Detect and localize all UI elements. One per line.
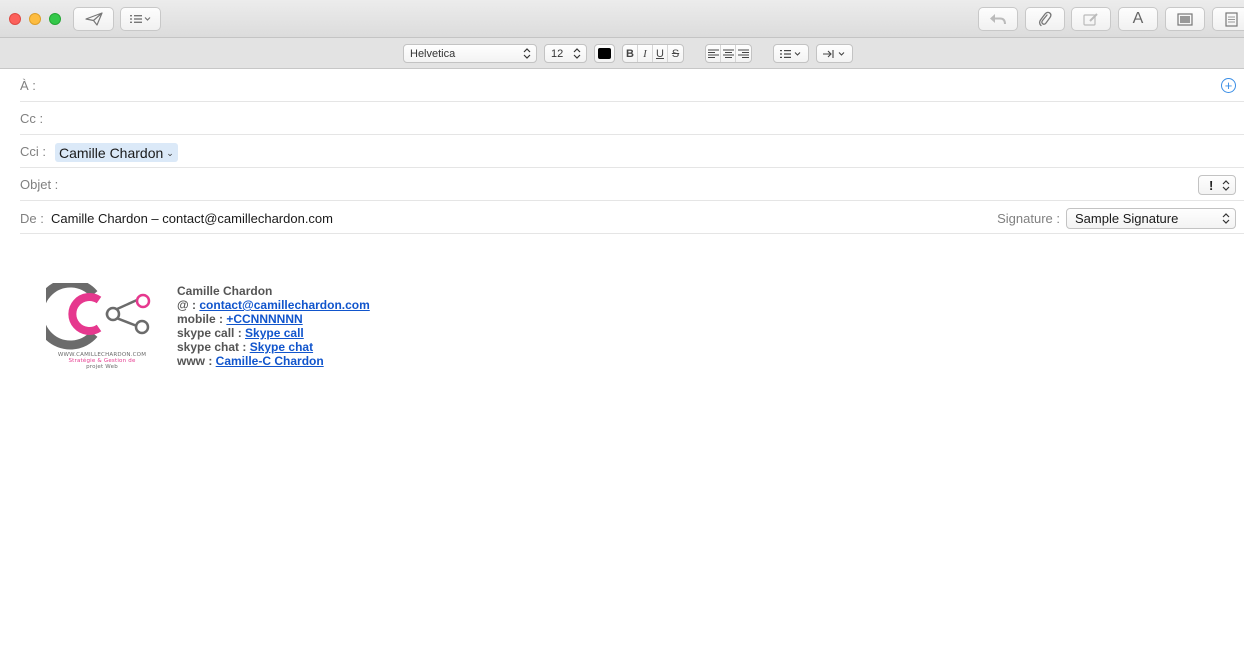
bcc-label: Cci : xyxy=(20,144,46,159)
italic-button[interactable]: I xyxy=(638,45,653,62)
up-down-chevron-icon xyxy=(1222,213,1230,224)
signature-label: Signature : xyxy=(997,211,1060,226)
bcc-field[interactable]: Cci : Camille Chardon ⌄ xyxy=(20,135,1244,168)
logo-tagline-2: projet Web xyxy=(86,364,118,370)
mobile-link[interactable]: +CCNNNNNN xyxy=(226,312,302,326)
align-left-button[interactable] xyxy=(706,45,721,62)
website-link[interactable]: Camille-C Chardon xyxy=(216,354,324,368)
align-center-button[interactable] xyxy=(721,45,736,62)
cc-field[interactable]: Cc : xyxy=(20,102,1244,135)
align-center-icon xyxy=(722,49,734,58)
up-down-chevron-icon xyxy=(573,48,581,59)
signature-skype-call-line: skype call : Skype call xyxy=(177,326,304,340)
photo-icon xyxy=(1177,12,1193,26)
from-field: De : Camille Chardon – contact@camillech… xyxy=(20,201,1244,234)
to-field[interactable]: À : + xyxy=(20,69,1244,102)
subject-label: Objet : xyxy=(20,177,59,192)
signature-value: Sample Signature xyxy=(1075,211,1179,226)
align-right-icon xyxy=(738,49,749,58)
close-window-button[interactable] xyxy=(9,13,21,25)
signature-email-line: @ : contact@camillechardon.com xyxy=(177,298,370,312)
font-family-value: Helvetica xyxy=(410,47,456,60)
font-label: A xyxy=(1132,10,1144,27)
add-contact-icon[interactable]: + xyxy=(1221,78,1236,93)
markup-button[interactable] xyxy=(1071,7,1111,31)
signature-www-line: www : Camille-C Chardon xyxy=(177,354,324,368)
text-style-segmented: B I U S xyxy=(622,44,684,63)
format-text-button[interactable]: A xyxy=(1118,7,1158,31)
send-button[interactable] xyxy=(73,7,114,31)
align-right-button[interactable] xyxy=(736,45,751,62)
chevron-down-icon: ⌄ xyxy=(166,147,174,158)
from-label: De : xyxy=(20,211,44,226)
reply-arrow-icon xyxy=(990,14,1006,25)
alignment-segmented xyxy=(705,44,752,63)
signature-mobile-line: mobile : +CCNNNNNN xyxy=(177,312,303,326)
recipient-name: Camille Chardon xyxy=(59,145,164,161)
zoom-window-button[interactable] xyxy=(49,13,61,25)
strikethrough-button[interactable]: S xyxy=(668,45,683,62)
skype-call-link[interactable]: Skype call xyxy=(245,326,304,340)
paperclip-icon xyxy=(1038,11,1052,27)
paper-plane-icon xyxy=(84,12,103,26)
text-color-button[interactable] xyxy=(594,44,615,63)
header-fields-button[interactable] xyxy=(120,7,161,31)
reply-button[interactable] xyxy=(978,7,1018,31)
signature-block: Camille Chardon @ : contact@camillechard… xyxy=(177,284,370,368)
up-down-chevron-icon xyxy=(523,48,531,59)
attach-button[interactable] xyxy=(1025,7,1065,31)
minimize-window-button[interactable] xyxy=(29,13,41,25)
indent-icon xyxy=(822,49,844,58)
signature-skype-chat-line: skype chat : Skype chat xyxy=(177,340,314,354)
signature-name: Camille Chardon xyxy=(177,284,273,298)
align-left-icon xyxy=(707,49,719,58)
font-family-select[interactable]: Helvetica xyxy=(403,44,537,63)
list-style-button[interactable] xyxy=(773,44,809,63)
photo-browser-button[interactable] xyxy=(1165,7,1205,31)
window-toolbar: A xyxy=(0,0,1244,38)
priority-value: ! xyxy=(1209,177,1214,193)
font-size-select[interactable]: 12 xyxy=(544,44,587,63)
signature-select[interactable]: Sample Signature xyxy=(1066,208,1236,229)
color-swatch xyxy=(598,48,611,59)
underline-button[interactable]: U xyxy=(653,45,668,62)
font-size-value: 12 xyxy=(551,47,564,60)
subject-field[interactable]: Objet : ! xyxy=(20,168,1244,201)
bold-button[interactable]: B xyxy=(623,45,638,62)
indent-button[interactable] xyxy=(816,44,853,63)
email-link[interactable]: contact@camillechardon.com xyxy=(199,298,369,312)
cc-label: Cc : xyxy=(20,111,44,126)
stationery-button[interactable] xyxy=(1212,7,1244,31)
bullet-list-icon xyxy=(780,49,801,58)
recipient-token[interactable]: Camille Chardon ⌄ xyxy=(55,143,178,162)
to-label: À : xyxy=(20,78,36,93)
skype-chat-link[interactable]: Skype chat xyxy=(250,340,313,354)
from-select[interactable]: Camille Chardon – contact@camillechardon… xyxy=(51,211,333,226)
format-bar: Helvetica 12 B I U S xyxy=(0,38,1244,69)
list-icon xyxy=(129,15,150,23)
markup-icon xyxy=(1083,13,1098,26)
up-down-chevron-icon xyxy=(1222,179,1230,191)
priority-select[interactable]: ! xyxy=(1198,175,1236,195)
stationery-icon xyxy=(1225,11,1238,27)
